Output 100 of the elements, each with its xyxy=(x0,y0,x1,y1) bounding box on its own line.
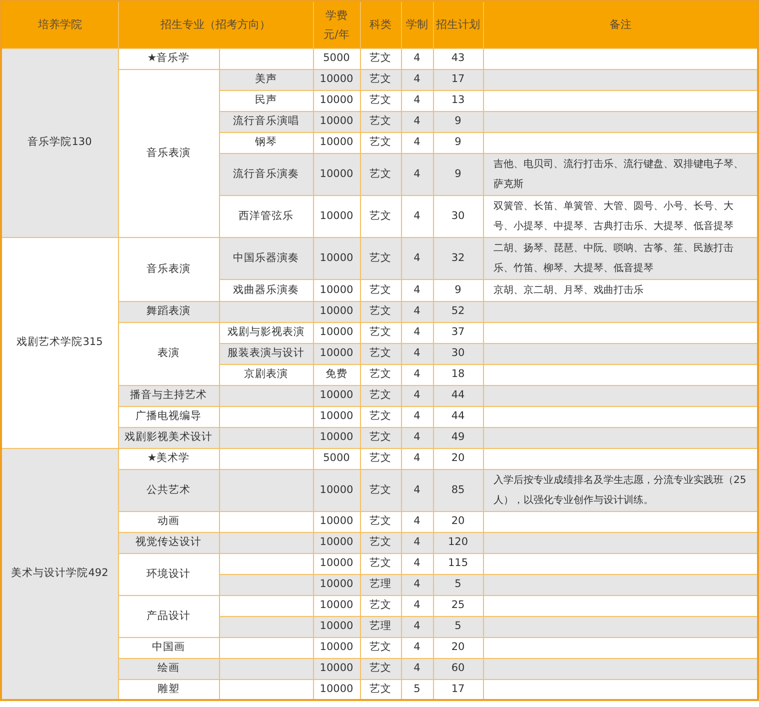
quota-cell: 60 xyxy=(433,658,483,679)
major-cell: 视觉传达设计 xyxy=(118,532,219,553)
college-header: 培养学院 xyxy=(1,1,118,48)
quota-cell: 115 xyxy=(433,553,483,574)
fee-cell: 10000 xyxy=(313,658,360,679)
direction-cell: 中国乐器演奏 xyxy=(219,237,313,279)
direction-cell: 服装表演与设计 xyxy=(219,343,313,364)
fee-cell: 10000 xyxy=(313,427,360,448)
duration-cell: 4 xyxy=(401,385,433,406)
duration-cell: 4 xyxy=(401,153,433,195)
fee-cell: 10000 xyxy=(313,111,360,132)
duration-cell: 4 xyxy=(401,322,433,343)
fee-cell: 10000 xyxy=(313,153,360,195)
fee-cell: 免费 xyxy=(313,364,360,385)
category-cell: 艺文 xyxy=(360,48,401,69)
quota-cell: 120 xyxy=(433,532,483,553)
category-cell: 艺文 xyxy=(360,658,401,679)
category-cell: 艺文 xyxy=(360,532,401,553)
duration-cell: 4 xyxy=(401,90,433,111)
major-cell: 环境设计 xyxy=(118,553,219,595)
quota-cell: 37 xyxy=(433,322,483,343)
direction-cell: 美声 xyxy=(219,69,313,90)
duration-cell: 4 xyxy=(401,448,433,469)
fee-cell: 10000 xyxy=(313,279,360,301)
quota-cell: 17 xyxy=(433,679,483,700)
duration-cell: 4 xyxy=(401,595,433,616)
fee-cell: 10000 xyxy=(313,574,360,595)
quota-cell: 5 xyxy=(433,574,483,595)
quota-cell: 20 xyxy=(433,511,483,532)
major-cell: 音乐表演 xyxy=(118,69,219,237)
category-cell: 艺文 xyxy=(360,237,401,279)
major-cell: 舞蹈表演 xyxy=(118,301,219,322)
duration-cell: 4 xyxy=(401,48,433,69)
duration-cell: 4 xyxy=(401,195,433,237)
category-cell: 艺文 xyxy=(360,364,401,385)
fee-cell: 10000 xyxy=(313,132,360,153)
category-cell: 艺文 xyxy=(360,69,401,90)
fee-header: 学费 元/年 xyxy=(313,1,360,48)
fee-cell: 10000 xyxy=(313,90,360,111)
quota-cell: 20 xyxy=(433,448,483,469)
direction-cell: 流行音乐演奏 xyxy=(219,153,313,195)
duration-cell: 4 xyxy=(401,343,433,364)
direction-cell: 流行音乐演唱 xyxy=(219,111,313,132)
fee-cell: 10000 xyxy=(313,343,360,364)
fee-cell: 10000 xyxy=(313,616,360,637)
fee-cell: 10000 xyxy=(313,69,360,90)
fee-cell: 10000 xyxy=(313,553,360,574)
quota-cell: 85 xyxy=(433,469,483,511)
quota-cell: 44 xyxy=(433,385,483,406)
fee-cell: 10000 xyxy=(313,301,360,322)
quota-cell: 13 xyxy=(433,90,483,111)
college-cell: 美术与设计学院492 xyxy=(1,448,118,700)
fee-cell: 10000 xyxy=(313,237,360,279)
fee-cell: 5000 xyxy=(313,48,360,69)
fee-cell: 10000 xyxy=(313,595,360,616)
fee-cell: 10000 xyxy=(313,195,360,237)
duration-cell: 5 xyxy=(401,679,433,700)
quota-header: 招生计划 xyxy=(433,1,483,48)
major-cell: 雕塑 xyxy=(118,679,219,700)
quota-cell: 25 xyxy=(433,595,483,616)
category-cell: 艺文 xyxy=(360,132,401,153)
fee-cell: 10000 xyxy=(313,637,360,658)
category-cell: 艺文 xyxy=(360,427,401,448)
duration-cell: 4 xyxy=(401,616,433,637)
quota-cell: 17 xyxy=(433,69,483,90)
duration-cell: 4 xyxy=(401,511,433,532)
category-cell: 艺文 xyxy=(360,679,401,700)
note-cell: 吉他、电贝司、流行打击乐、流行键盘、双排键电子琴、萨克斯 xyxy=(483,153,758,195)
direction-cell: 戏剧与影视表演 xyxy=(219,322,313,343)
quota-cell: 9 xyxy=(433,132,483,153)
major-cell: 公共艺术 xyxy=(118,469,219,511)
major-cell: 音乐表演 xyxy=(118,237,219,301)
major-cell: 中国画 xyxy=(118,637,219,658)
category-cell: 艺理 xyxy=(360,616,401,637)
direction-cell: 京剧表演 xyxy=(219,364,313,385)
major-cell: 表演 xyxy=(118,322,219,385)
quota-cell: 43 xyxy=(433,48,483,69)
category-cell: 艺文 xyxy=(360,322,401,343)
college-cell: 戏剧艺术学院315 xyxy=(1,237,118,448)
duration-cell: 4 xyxy=(401,658,433,679)
major-cell: 广播电视编导 xyxy=(118,406,219,427)
category-cell: 艺文 xyxy=(360,343,401,364)
duration-cell: 4 xyxy=(401,237,433,279)
category-cell: 艺文 xyxy=(360,469,401,511)
duration-cell: 4 xyxy=(401,364,433,385)
duration-cell: 4 xyxy=(401,301,433,322)
fee-cell: 10000 xyxy=(313,679,360,700)
category-cell: 艺理 xyxy=(360,574,401,595)
duration-cell: 4 xyxy=(401,532,433,553)
quota-cell: 9 xyxy=(433,111,483,132)
quota-cell: 5 xyxy=(433,616,483,637)
note-cell: 双簧管、长笛、单簧管、大管、圆号、小号、长号、大号、小提琴、中提琴、古典打击乐、大提琴、低音提琴 xyxy=(483,195,758,237)
quota-cell: 9 xyxy=(433,153,483,195)
fee-cell: 10000 xyxy=(313,511,360,532)
duration-header: 学制 xyxy=(401,1,433,48)
category-cell: 艺文 xyxy=(360,90,401,111)
note-cell: 入学后按专业成绩排名及学生志愿，分流专业实践班（25人），以强化专业创作与设计训练。 xyxy=(483,469,758,511)
quota-cell: 52 xyxy=(433,301,483,322)
quota-cell: 32 xyxy=(433,237,483,279)
duration-cell: 4 xyxy=(401,553,433,574)
